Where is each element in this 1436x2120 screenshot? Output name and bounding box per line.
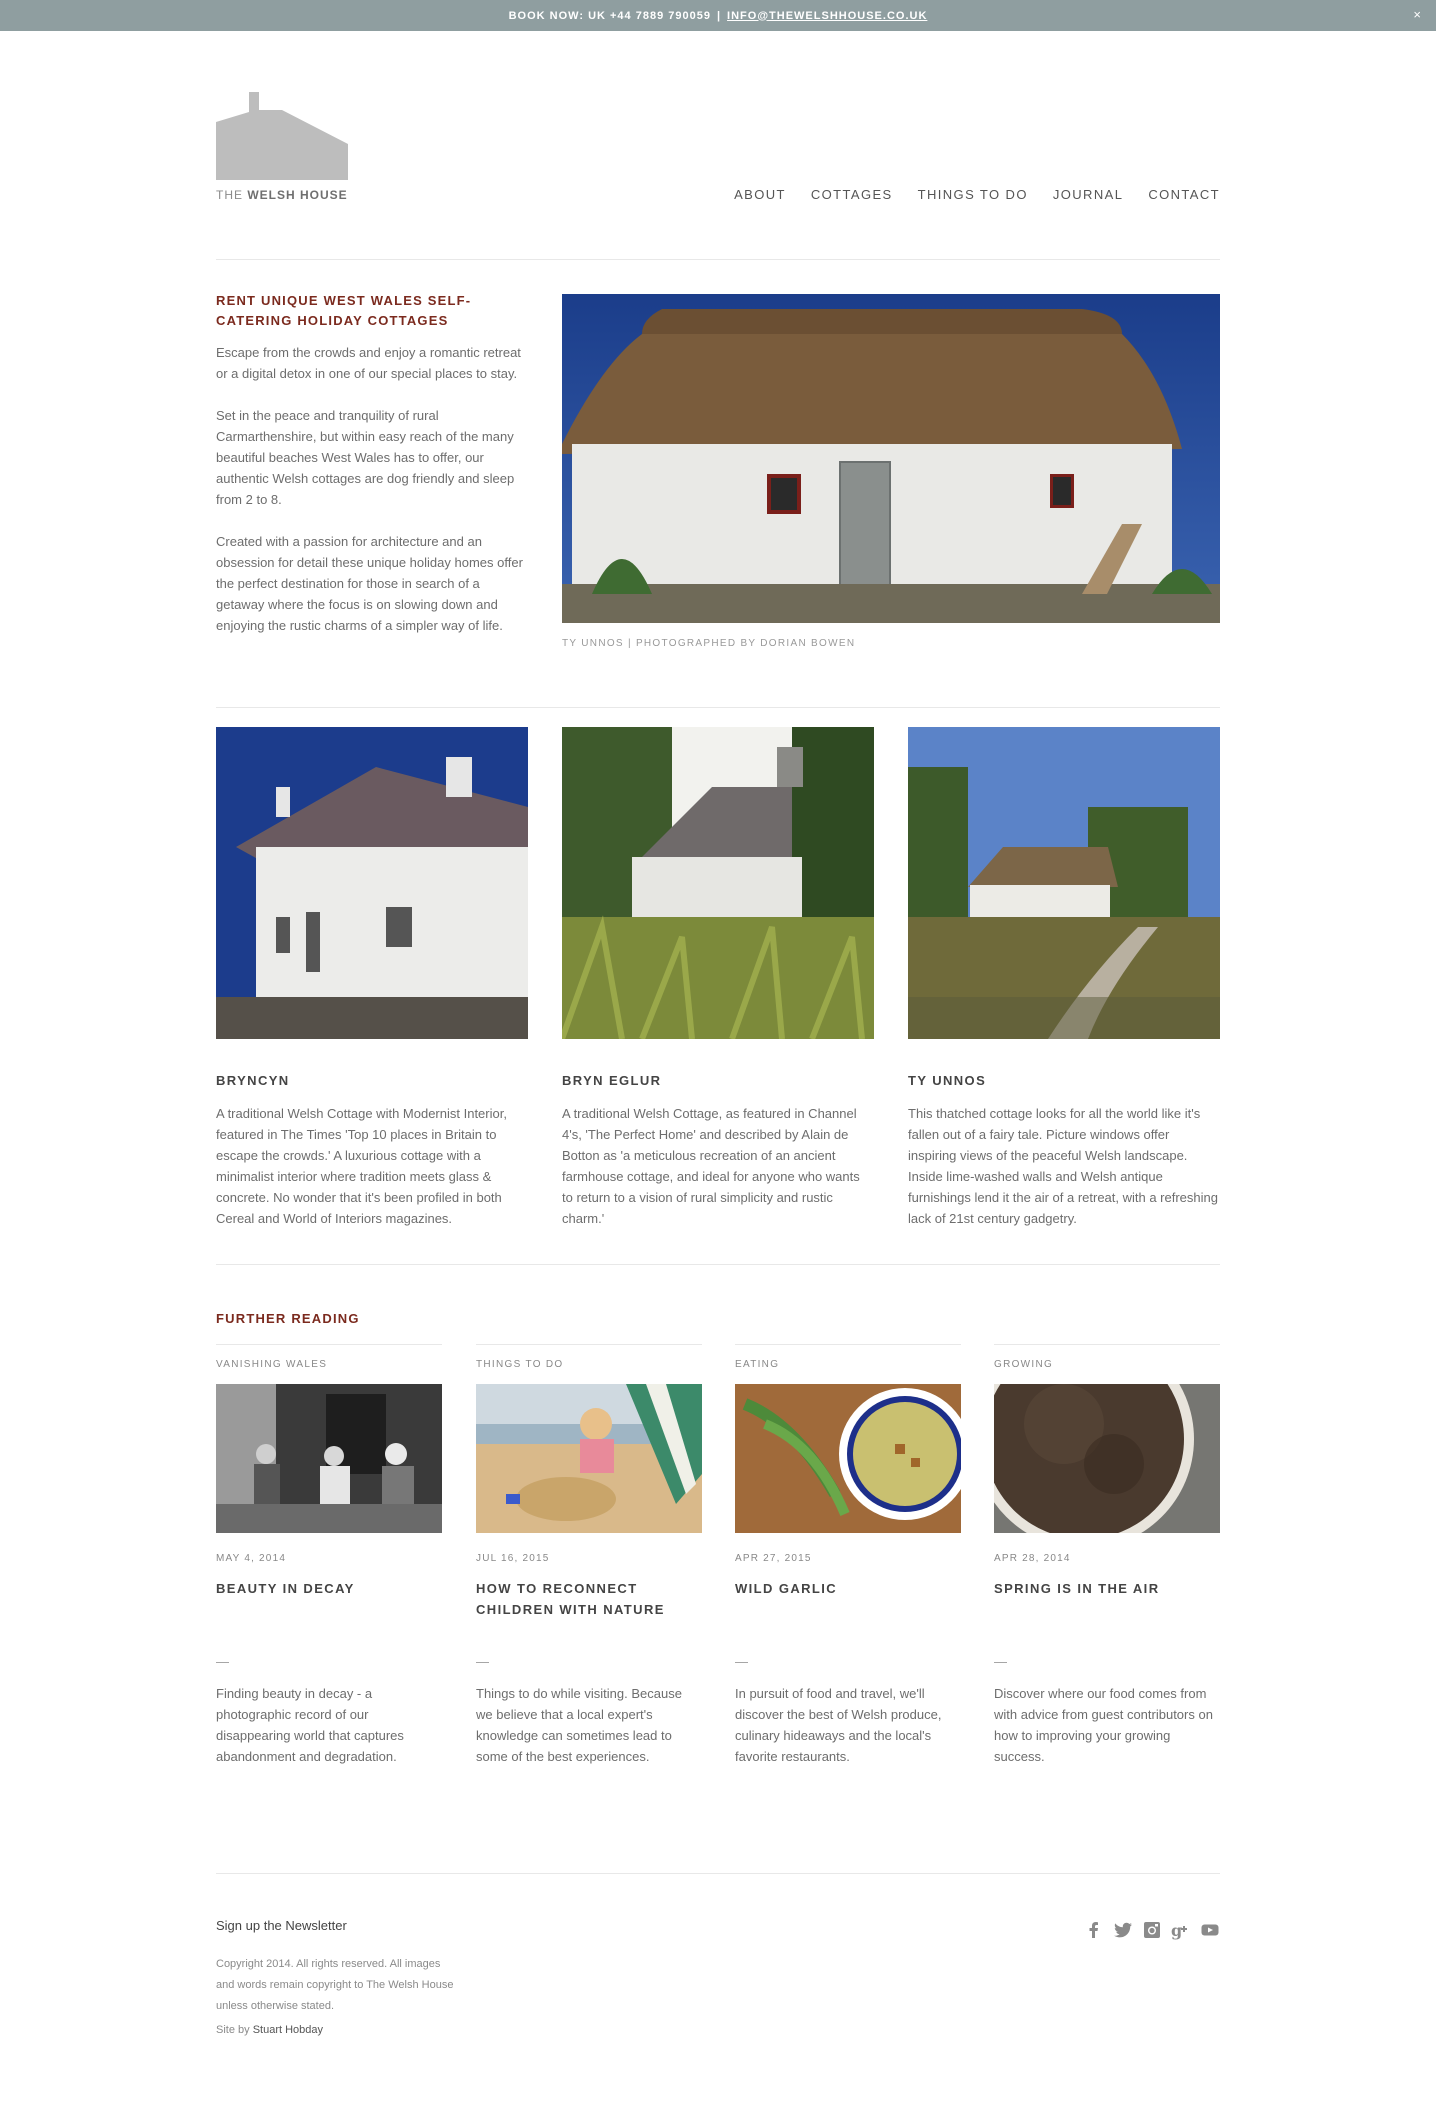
booking-bar: BOOK NOW: UK +44 7889 790059 | INFO@THEW… [0, 0, 1436, 31]
cottage-name[interactable]: TY UNNOS [908, 1073, 1220, 1088]
logo-word-welsh-house: WELSH HOUSE [247, 188, 348, 202]
post-dash: — [994, 1654, 1007, 1669]
header-divider [216, 259, 1220, 260]
post-category[interactable]: EATING [735, 1359, 961, 1370]
booking-phone: BOOK NOW: UK +44 7889 790059 [508, 9, 711, 22]
beauty-in-decay-photo [216, 1384, 442, 1533]
logo-word-the: THE [216, 188, 243, 202]
post-image[interactable] [994, 1384, 1220, 1533]
post-divider [735, 1344, 961, 1345]
credit-prefix: Site by [216, 2024, 250, 2036]
twitter-icon[interactable] [1113, 1920, 1133, 1940]
post-divider [994, 1344, 1220, 1345]
hero-image [562, 294, 1220, 623]
cottage-card-bryn-eglur[interactable]: BRYN EGLUR A traditional Welsh Cottage, … [562, 727, 874, 1229]
logo-wordmark: THE WELSH HOUSE [216, 188, 348, 202]
post-date: MAY 4, 2014 [216, 1553, 287, 1564]
post-category[interactable]: GROWING [994, 1359, 1220, 1370]
intro-paragraph-1: Escape from the crowds and enjoy a roman… [216, 345, 521, 381]
post-card[interactable]: GROWING APR 28, 2014 SPRING IS IN THE AI… [994, 1344, 1220, 1767]
cottage-image-bryncyn[interactable] [216, 727, 528, 1039]
further-reading-title: FURTHER READING [216, 1311, 360, 1326]
booking-separator: | [716, 9, 722, 22]
newsletter-link[interactable]: Sign up the Newsletter [216, 1918, 347, 1933]
site-credit: Site by Stuart Hobday [216, 2024, 323, 2036]
post-excerpt: Discover where our food comes from with … [994, 1686, 1213, 1764]
nav-item-cottages[interactable]: COTTAGES [811, 187, 893, 202]
cottage-name[interactable]: BRYN EGLUR [562, 1073, 874, 1088]
post-excerpt: Finding beauty in decay - a photographic… [216, 1686, 404, 1764]
post-category[interactable]: VANISHING WALES [216, 1359, 442, 1370]
facebook-icon[interactable] [1084, 1920, 1104, 1940]
booking-email-link[interactable]: INFO@THEWELSHHOUSE.CO.UK [727, 10, 927, 22]
social-links: g [1084, 1920, 1220, 1940]
post-title[interactable]: SPRING IS IN THE AIR [994, 1578, 1220, 1599]
site-logo[interactable]: THE WELSH HOUSE [216, 92, 348, 202]
post-dash: — [735, 1654, 748, 1669]
cottage-description: This thatched cottage looks for all the … [908, 1106, 1218, 1226]
google-plus-icon[interactable]: g [1171, 1920, 1191, 1940]
post-category[interactable]: THINGS TO DO [476, 1359, 702, 1370]
spring-growing-photo [994, 1384, 1220, 1533]
bryn-eglur-photo [562, 727, 874, 1039]
cottage-description: A traditional Welsh Cottage with Moderni… [216, 1106, 507, 1226]
intro-paragraph-3: Created with a passion for architecture … [216, 534, 523, 633]
post-excerpt: In pursuit of food and travel, we'll dis… [735, 1686, 942, 1764]
intro-divider [216, 707, 1220, 708]
post-card[interactable]: EATING APR 27, 2015 WILD GARLIC — In pur… [735, 1344, 961, 1767]
post-date: APR 28, 2014 [994, 1553, 1071, 1564]
cottages-divider [216, 1264, 1220, 1265]
wild-garlic-photo [735, 1384, 961, 1533]
youtube-icon[interactable] [1200, 1920, 1220, 1940]
post-divider [216, 1344, 442, 1345]
post-card[interactable]: VANISHING WALES MAY 4, 2014 BEAUTY IN DE… [216, 1344, 442, 1767]
copyright-text: Copyright 2014. All rights reserved. All… [216, 1958, 454, 2012]
children-nature-photo [476, 1384, 702, 1533]
nav-item-journal[interactable]: JOURNAL [1053, 187, 1123, 202]
post-card[interactable]: THINGS TO DO JUL 16, 2015 HOW TO RECONNE… [476, 1344, 702, 1767]
post-dash: — [476, 1654, 489, 1669]
nav-item-things-to-do[interactable]: THINGS TO DO [918, 187, 1028, 202]
post-title[interactable]: BEAUTY IN DECAY [216, 1578, 442, 1599]
thatched-cottage-image [562, 294, 1220, 623]
post-title[interactable]: WILD GARLIC [735, 1578, 961, 1599]
instagram-icon[interactable] [1142, 1920, 1162, 1940]
cottage-card-ty-unnos[interactable]: TY UNNOS This thatched cottage looks for… [908, 727, 1220, 1229]
intro-paragraph-2: Set in the peace and tranquility of rura… [216, 408, 515, 507]
intro-section: RENT UNIQUE WEST WALES SELF-CATERING HOL… [216, 291, 528, 636]
cottage-description: A traditional Welsh Cottage, as featured… [562, 1106, 860, 1226]
post-divider [476, 1344, 702, 1345]
post-title[interactable]: HOW TO RECONNECT CHILDREN WITH NATURE [476, 1578, 702, 1620]
intro-headline: RENT UNIQUE WEST WALES SELF-CATERING HOL… [216, 293, 472, 328]
ty-unnos-photo [908, 727, 1220, 1039]
post-date: JUL 16, 2015 [476, 1553, 550, 1564]
post-dash: — [216, 1654, 229, 1669]
house-logo-icon [216, 92, 348, 180]
post-image[interactable] [735, 1384, 961, 1533]
post-image[interactable] [216, 1384, 442, 1533]
nav-item-contact[interactable]: CONTACT [1148, 187, 1220, 202]
cottage-card-bryncyn[interactable]: BRYNCYN A traditional Welsh Cottage with… [216, 727, 528, 1229]
cottage-image-bryn-eglur[interactable] [562, 727, 874, 1039]
post-excerpt: Things to do while visiting. Because we … [476, 1686, 682, 1764]
nav-item-about[interactable]: ABOUT [734, 187, 786, 202]
cottage-image-ty-unnos[interactable] [908, 727, 1220, 1039]
credit-name-link[interactable]: Stuart Hobday [253, 2024, 323, 2036]
post-date: APR 27, 2015 [735, 1553, 812, 1564]
close-icon[interactable]: × [1413, 7, 1422, 22]
post-image[interactable] [476, 1384, 702, 1533]
footer-divider [216, 1873, 1220, 1874]
svg-text:g: g [1171, 1921, 1182, 1940]
main-nav: ABOUT COTTAGES THINGS TO DO JOURNAL CONT… [734, 187, 1220, 202]
bryncyn-photo [216, 727, 528, 1039]
cottage-name[interactable]: BRYNCYN [216, 1073, 528, 1088]
hero-caption: TY UNNOS | PHOTOGRAPHED BY DORIAN BOWEN [562, 638, 856, 649]
